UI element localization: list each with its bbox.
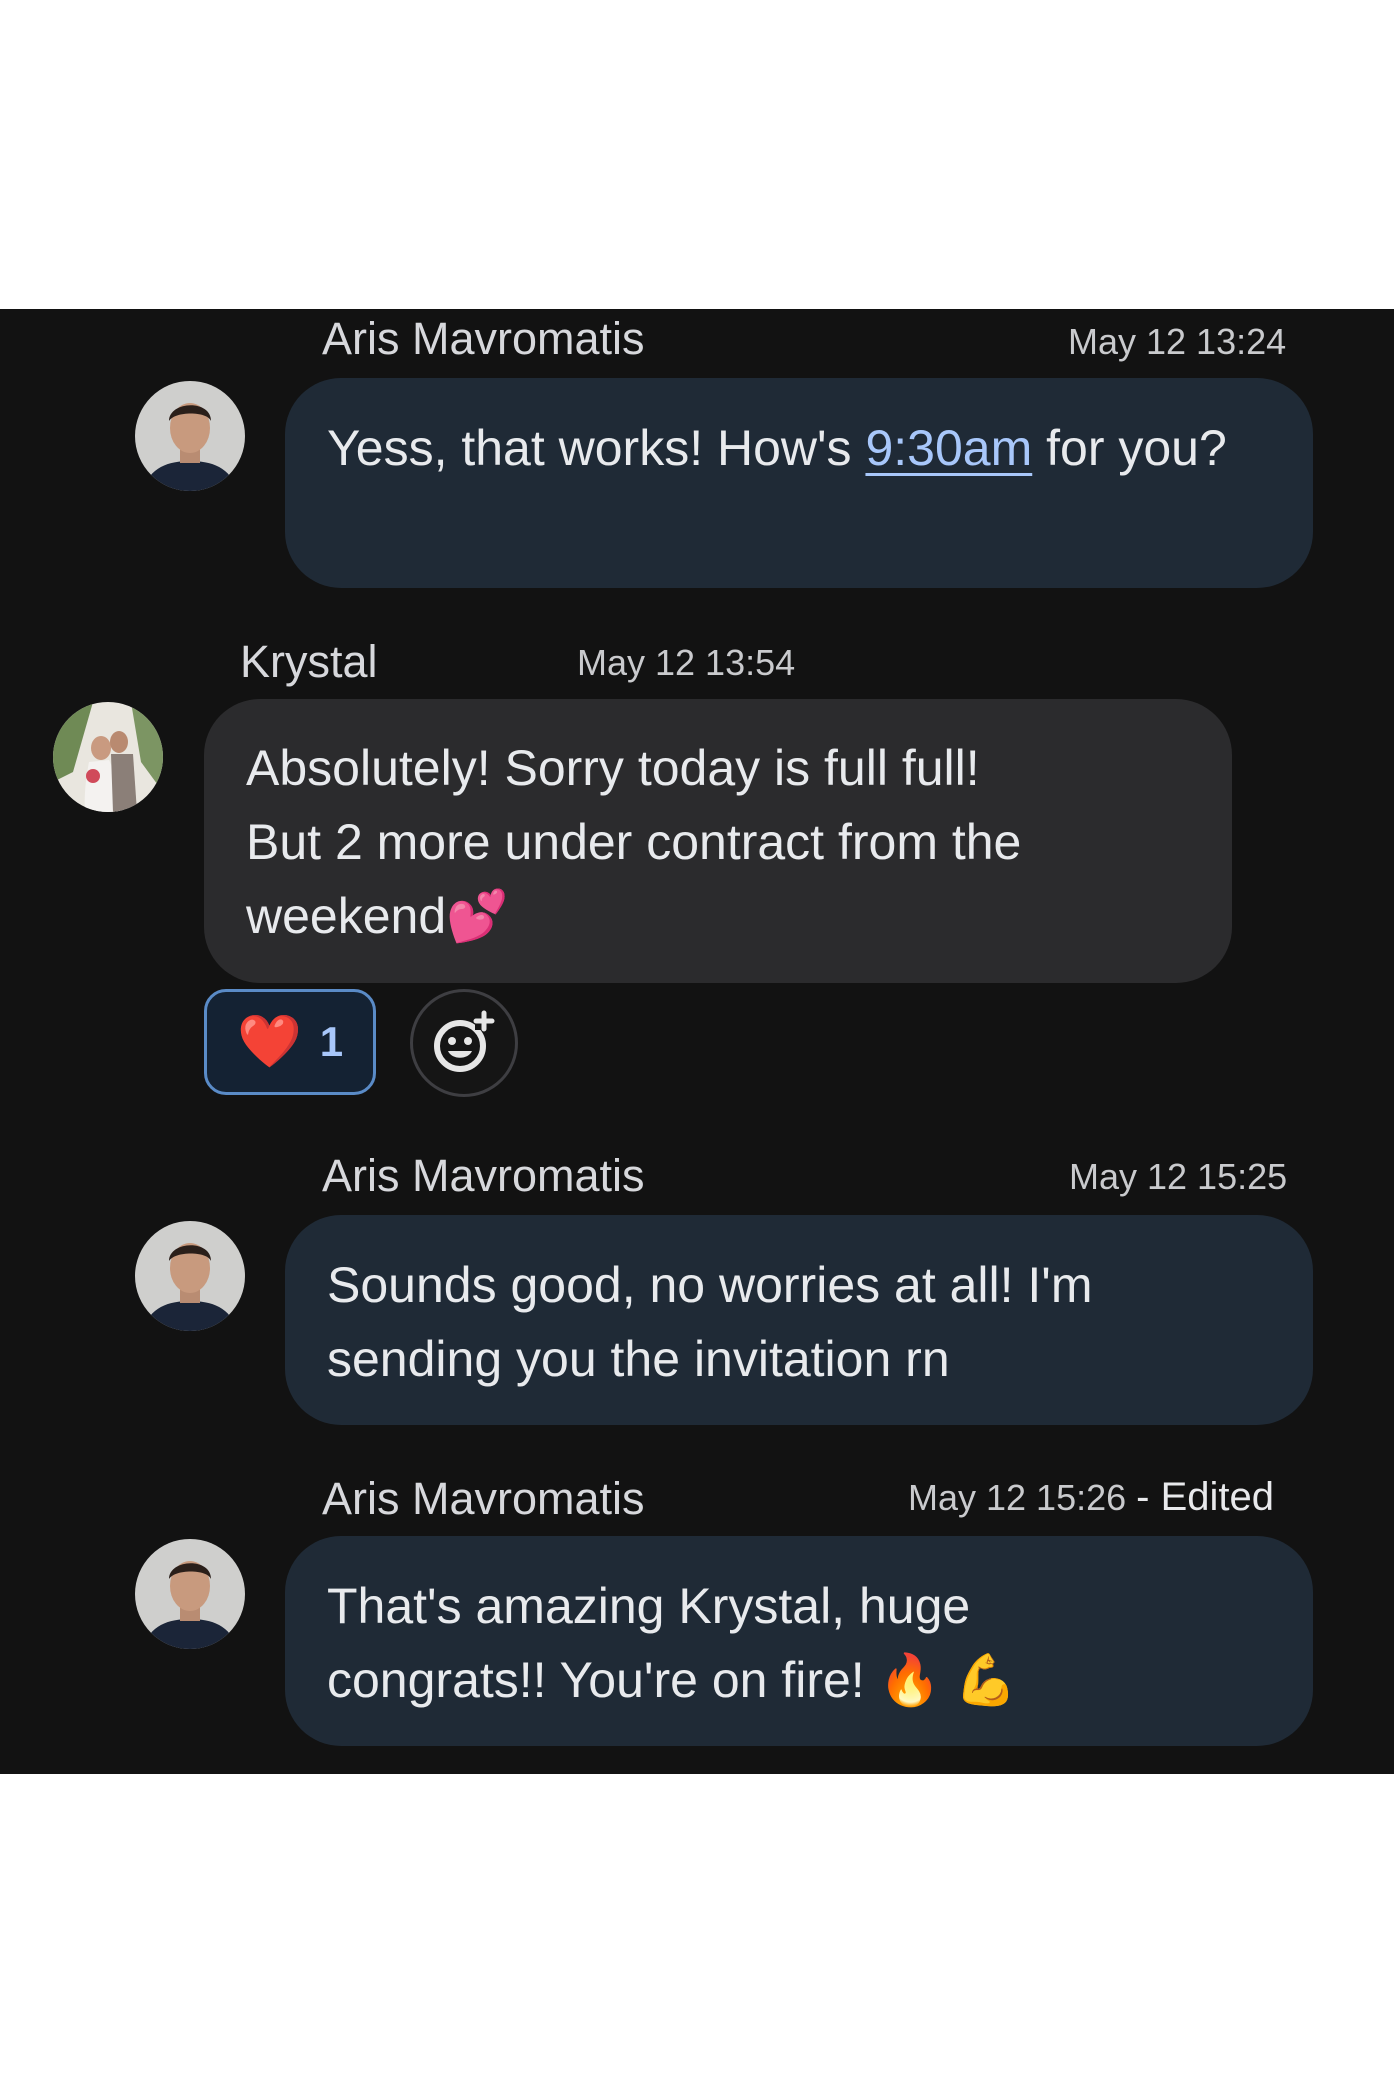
message-line: That's amazing Krystal, huge (327, 1578, 971, 1634)
fire-muscle-emoji: 🔥 💪 (878, 1652, 1017, 1708)
message-line: But 2 more under contract from the (246, 814, 1022, 870)
message-line: Absolutely! Sorry today is full full! (246, 740, 980, 796)
message-timestamp: May 12 15:25 (1069, 1156, 1288, 1197)
time-link[interactable]: 9:30am (865, 420, 1032, 476)
message-line: sending you the invitation rn (327, 1331, 950, 1387)
timestamp-text: May 12 15:26 (908, 1477, 1127, 1518)
message-text: Yess, that works! How's (327, 420, 866, 476)
message-timestamp: May 12 13:54 (577, 642, 796, 683)
two-hearts-emoji: 💕 (446, 888, 509, 944)
add-reaction-button[interactable] (410, 989, 518, 1097)
message-bubble[interactable]: Yess, that works! How's 9:30am for you? (285, 378, 1313, 588)
avatar-aris[interactable] (135, 1539, 245, 1649)
message-line: weekend (246, 888, 447, 944)
sender-name: Krystal (240, 636, 378, 687)
message-timestamp: May 12 15:26 - Edited (908, 1476, 1274, 1519)
chat-panel: Aris Mavromatis May 12 13:24 Yess, that … (0, 309, 1394, 1774)
heart-emoji: ❤️ (236, 1013, 302, 1071)
avatar-krystal[interactable] (53, 702, 163, 812)
message-bubble[interactable]: Sounds good, no worries at all! I'm send… (285, 1215, 1313, 1425)
sender-name: Aris Mavromatis (322, 1473, 645, 1524)
message-bubble[interactable]: Absolutely! Sorry today is full full! Bu… (204, 699, 1232, 983)
edited-label: - Edited (1136, 1475, 1275, 1519)
avatar-aris[interactable] (135, 1221, 245, 1331)
message-line: congrats!! You're on fire! (327, 1652, 865, 1708)
message-timestamp: May 12 13:24 (1068, 321, 1287, 362)
sender-name: Aris Mavromatis (322, 1150, 645, 1201)
reaction-chip[interactable]: ❤️ 1 (204, 989, 376, 1095)
message-line: Sounds good, no worries at all! I'm (327, 1257, 1093, 1313)
message-bubble[interactable]: That's amazing Krystal, huge congrats!! … (285, 1536, 1313, 1746)
sender-name: Aris Mavromatis (322, 313, 645, 364)
avatar-aris[interactable] (135, 381, 245, 491)
add-reaction-icon (434, 1010, 495, 1072)
reaction-count: 1 (319, 1018, 344, 1065)
message-text: for you? (1032, 420, 1227, 476)
